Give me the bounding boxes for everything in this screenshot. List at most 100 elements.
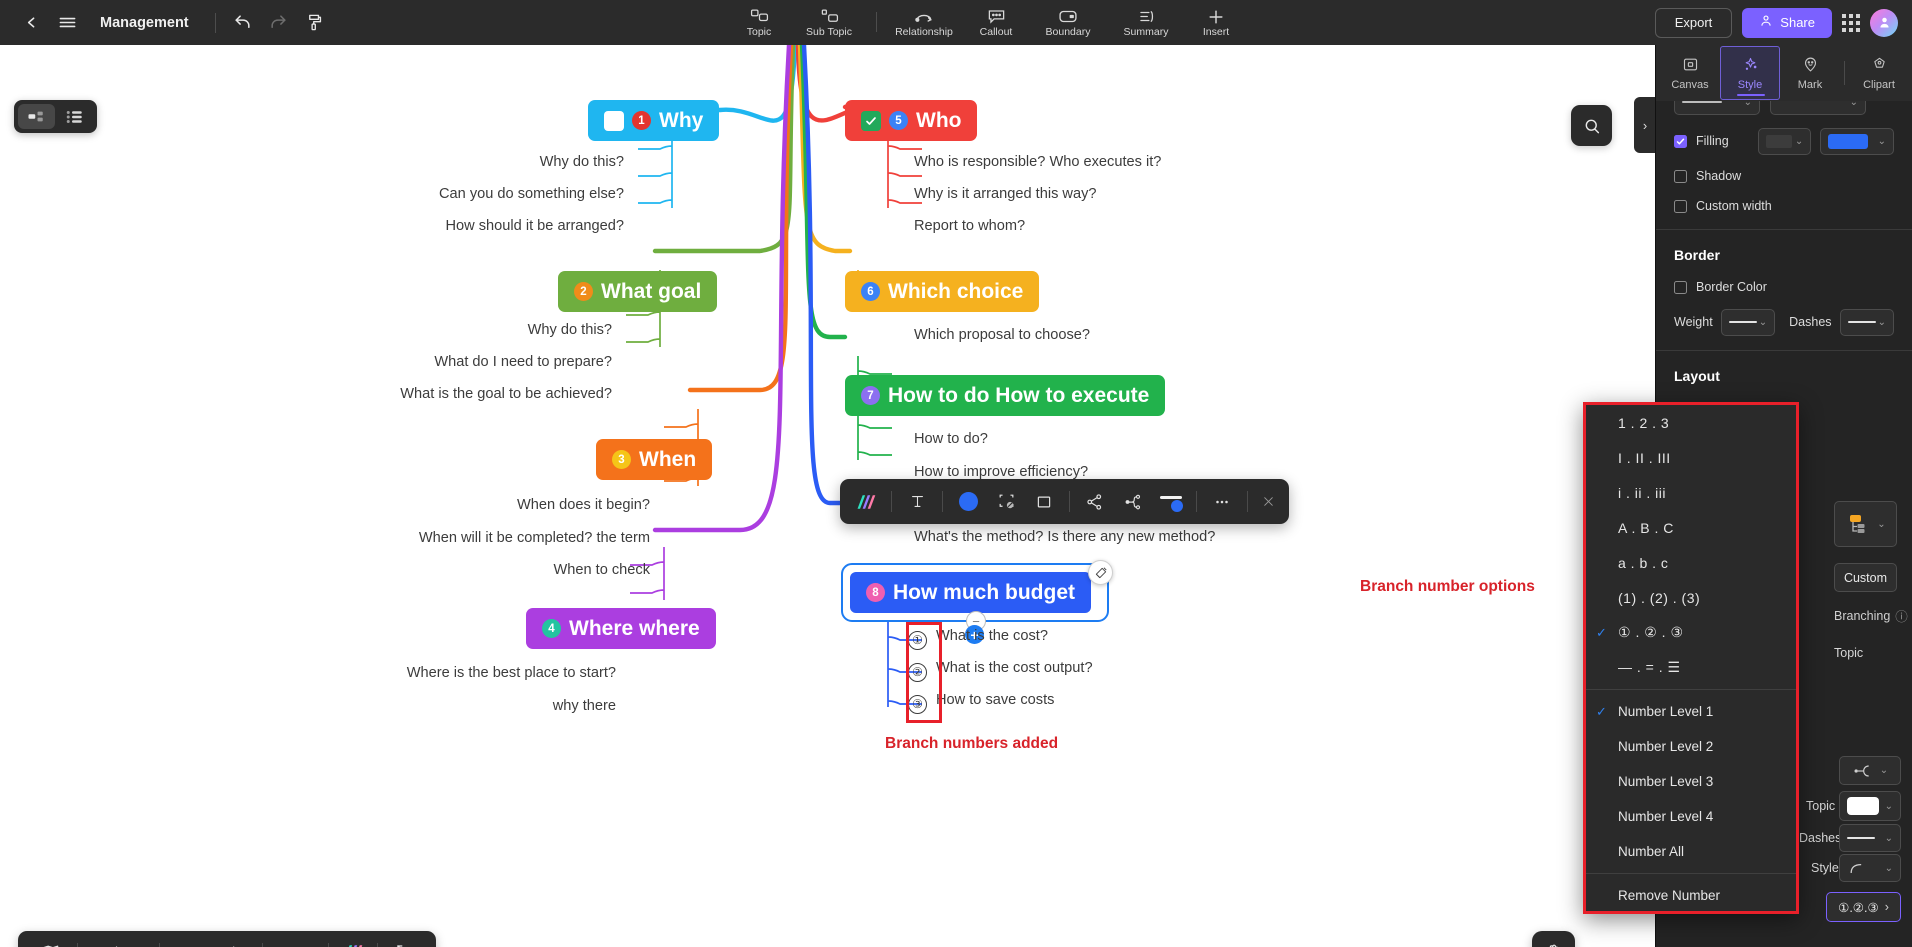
tab-style[interactable]: Style (1720, 46, 1780, 100)
leaf-node[interactable]: Which proposal to choose? (914, 327, 1090, 343)
node-where-where[interactable]: 4 Where where (526, 608, 716, 649)
topic-color-select[interactable]: ⌄ (1839, 791, 1901, 821)
tool-relationship[interactable]: Relationship (885, 0, 963, 45)
branch-number-button[interactable]: ①.②.③ › (1826, 892, 1901, 922)
leaf-node[interactable]: When to check (390, 562, 650, 578)
tool-summary[interactable]: Summary (1107, 0, 1185, 45)
line-color-icon[interactable] (1153, 485, 1189, 519)
hamburger-menu-icon[interactable] (50, 6, 84, 40)
border-color-checkbox[interactable] (1674, 280, 1687, 294)
node-what-goal[interactable]: 2 What goal (558, 271, 718, 312)
leaf-node[interactable]: When does it begin? (390, 497, 650, 513)
apps-grid-icon[interactable] (1842, 13, 1860, 32)
more-horizontal-icon[interactable] (1204, 485, 1240, 519)
help-icon[interactable]: ⓘ (1895, 606, 1908, 625)
share-node-icon[interactable] (1077, 485, 1113, 519)
leaf-node[interactable]: Can you do something else? (376, 186, 624, 202)
share-button[interactable]: Share (1742, 7, 1832, 38)
tab-mark[interactable]: Mark (1780, 46, 1840, 100)
hand-tool-button[interactable] (1532, 931, 1575, 947)
leaf-node[interactable]: What do I need to prepare? (354, 354, 612, 370)
node-which-choice[interactable]: 6 Which choice (845, 271, 1040, 312)
menu-item-number-level-3[interactable]: Number Level 3 (1586, 764, 1796, 799)
node-when[interactable]: 3 When (596, 439, 713, 480)
leaf-node[interactable]: Report to whom? (914, 218, 1025, 234)
shadow-checkbox[interactable] (1674, 169, 1687, 183)
tool-callout[interactable]: Callout (963, 0, 1029, 45)
mindmap-canvas[interactable]: 1 Why Why do this? Can you do something … (0, 45, 1655, 947)
menu-item-number-format[interactable]: a . b . c (1586, 545, 1796, 580)
node-checkbox[interactable] (861, 110, 881, 131)
leaf-node[interactable]: How to improve efficiency? (914, 464, 1088, 480)
redo-icon[interactable] (262, 6, 296, 40)
map-overview-button[interactable] (24, 943, 77, 947)
node-who[interactable]: 5 Who (845, 100, 978, 141)
format-painter-icon[interactable] (298, 6, 332, 40)
search-button[interactable] (1571, 105, 1612, 146)
menu-item-number-format[interactable]: I . II . III (1586, 440, 1796, 475)
text-format-icon[interactable] (899, 485, 935, 519)
avatar[interactable] (1870, 8, 1898, 37)
menu-item-number-format[interactable]: i . ii . iii (1586, 475, 1796, 510)
menu-item-number-level-4[interactable]: Number Level 4 (1586, 799, 1796, 834)
node-why[interactable]: 1 Why (588, 100, 720, 141)
connector-style-select[interactable]: ⌄ (1839, 756, 1901, 785)
branch-number-dropdown[interactable]: 1 . 2 . 3 I . II . III i . ii . iii A . … (1583, 402, 1799, 914)
leaf-node[interactable]: Why do this? (354, 322, 612, 338)
tab-clipart[interactable]: Clipart (1849, 46, 1909, 100)
layout-dashes-select[interactable]: ⌄ (1839, 824, 1901, 852)
fullscreen-button[interactable] (378, 943, 430, 947)
filling-checkbox[interactable] (1674, 134, 1687, 148)
menu-item-number-format[interactable]: — . = . ☰ (1586, 650, 1796, 685)
shape-select[interactable]: ⌄ (1674, 101, 1760, 115)
tool-sub-topic[interactable]: Sub Topic (790, 0, 868, 45)
mindmap-view-icon[interactable] (18, 104, 55, 129)
menu-item-number-format[interactable]: (1) . (2) . (3) (1586, 580, 1796, 615)
menu-item-number-format[interactable]: A . B . C (1586, 510, 1796, 545)
border-weight-select[interactable]: ⌄ (1720, 308, 1776, 336)
back-button[interactable] (14, 6, 48, 40)
menu-item-number-format-selected[interactable]: ✓ ① . ② . ③ (1586, 615, 1796, 650)
menu-item-number-all[interactable]: Number All (1586, 834, 1796, 869)
fill-color-icon[interactable] (950, 485, 986, 519)
paint-brush-icon[interactable] (1088, 560, 1113, 585)
numbered-leaf-node[interactable]: ③ How to save costs (908, 692, 1054, 714)
border-dashes-select[interactable]: ⌄ (1839, 308, 1894, 336)
undo-icon[interactable] (226, 6, 260, 40)
leaf-node[interactable]: Who is responsible? Who executes it? (914, 154, 1161, 170)
shape-transparent-icon[interactable] (988, 485, 1024, 519)
close-icon[interactable] (1255, 485, 1281, 519)
menu-item-remove-number[interactable]: Remove Number (1586, 878, 1796, 913)
leaf-node[interactable]: Why is it arranged this way? (914, 186, 1097, 202)
leaf-node[interactable]: What's the method? Is there any new meth… (914, 529, 1215, 545)
leaf-node[interactable]: How to do? (914, 431, 988, 447)
leaf-node[interactable]: How should it be arranged? (376, 218, 624, 234)
filling-shape-select[interactable]: ⌄ (1758, 127, 1812, 155)
filling-color-select[interactable]: ⌄ (1820, 127, 1894, 155)
node-how-to-do[interactable]: 7 How to do How to execute (845, 375, 1166, 416)
node-how-much-budget[interactable]: 8 How much budget (850, 572, 1091, 613)
panel-expand-button[interactable]: › (1634, 97, 1655, 153)
leaf-node[interactable]: Why do this? (376, 154, 624, 170)
tab-canvas[interactable]: Canvas (1660, 46, 1720, 100)
tool-insert[interactable]: Insert (1185, 0, 1247, 45)
layout-structure-select[interactable]: ⌄ (1834, 501, 1897, 547)
brand-logo-icon[interactable] (329, 943, 377, 947)
layout-style-select[interactable]: ⌄ (1839, 854, 1901, 882)
outline-view-icon[interactable] (57, 104, 94, 129)
numbered-leaf-node[interactable]: ② What is the cost output? (908, 660, 1093, 682)
menu-item-number-level-1[interactable]: ✓ Number Level 1 (1586, 694, 1796, 729)
menu-item-number-format[interactable]: 1 . 2 . 3 (1586, 405, 1796, 440)
view-mode-toggle[interactable] (14, 100, 97, 133)
custom-width-checkbox[interactable] (1674, 199, 1687, 213)
leaf-node[interactable]: Where is the best place to start? (390, 665, 616, 681)
node-checkbox[interactable] (604, 110, 624, 131)
export-button[interactable]: Export (1654, 7, 1733, 38)
shape-outline-icon[interactable] (1026, 485, 1062, 519)
leaf-node[interactable]: When will it be completed? the term (390, 530, 650, 546)
tool-topic[interactable]: Topic (728, 0, 790, 45)
menu-item-number-level-2[interactable]: Number Level 2 (1586, 729, 1796, 764)
leaf-node[interactable]: What is the goal to be achieved? (354, 386, 612, 402)
layout-custom-button[interactable]: Custom (1834, 563, 1897, 592)
numbered-leaf-node[interactable]: ① What is the cost? (908, 628, 1048, 650)
